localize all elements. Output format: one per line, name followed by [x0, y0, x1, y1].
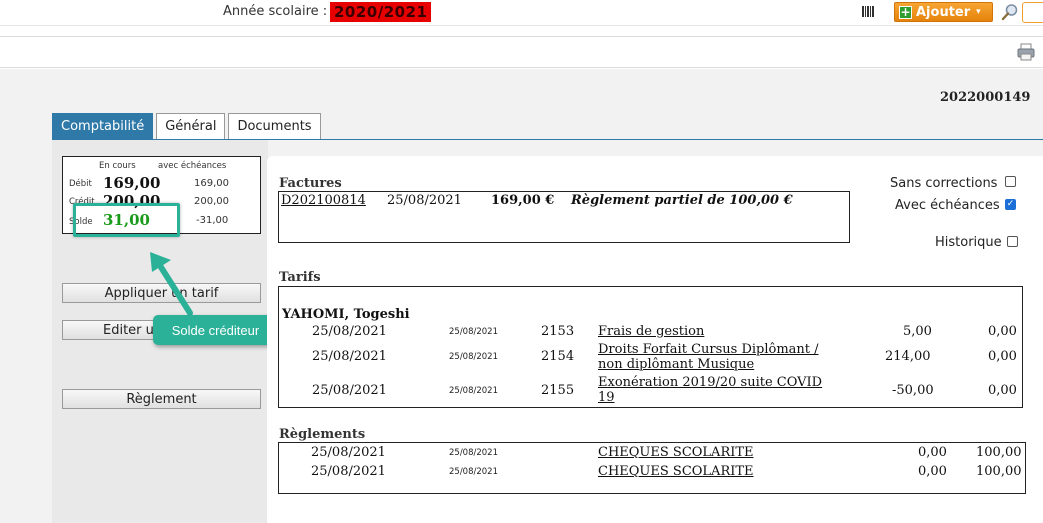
barcode-icon[interactable] [862, 5, 875, 18]
solde-avec: -31,00 [196, 215, 229, 226]
reglements-title: Règlements [279, 427, 366, 442]
col-avec-echeances: avec échéances [158, 161, 227, 171]
reglement-date: 25/08/2021 [311, 464, 386, 479]
tarif-code: 2155 [541, 383, 575, 398]
add-button[interactable]: + Ajouter ▾ [894, 2, 993, 22]
tarifs-box: YAHOMI, Togeshi 25/08/2021 25/08/2021 21… [278, 286, 1023, 408]
invoice-status: Règlement partiel de 100,00 € [571, 193, 793, 208]
credit-avec: 200,00 [194, 196, 229, 207]
sans-corrections-label: Sans corrections [890, 176, 998, 191]
solde-en-cours: 31,00 [103, 211, 150, 229]
top-search-input[interactable] [1022, 2, 1043, 23]
printer-icon[interactable] [1016, 42, 1036, 62]
reglement-paid: 100,00 [976, 464, 1022, 479]
tooltip-solde-crediteur: Solde créditeur [153, 315, 278, 345]
tarif-amount: 5,00 [903, 324, 932, 339]
reglement-date: 25/08/2021 [311, 445, 386, 460]
tarif-code: 2153 [541, 324, 575, 339]
reglement-small-date: 25/08/2021 [449, 467, 498, 477]
school-year-label: Année scolaire : [223, 4, 328, 19]
tarif-amount: -50,00 [892, 383, 934, 398]
tarif-small-date: 25/08/2021 [449, 386, 498, 396]
invoice-amount: 169,00 € [491, 193, 555, 208]
col-en-cours: En cours [99, 161, 136, 171]
record-id: 2022000149 [940, 90, 1031, 105]
reglement-paid: 100,00 [976, 445, 1022, 460]
tarif-label[interactable]: Frais de gestion [598, 324, 704, 339]
tab-documents[interactable]: Documents [228, 113, 321, 139]
tarif-paid: 0,00 [988, 383, 1017, 398]
reglement-amount: 0,00 [918, 464, 947, 479]
historique-label: Historique [935, 235, 1002, 250]
avec-echeances-label: Avec échéances [895, 198, 1000, 213]
add-button-label: Ajouter [916, 4, 971, 20]
tab-comptabilite[interactable]: Comptabilité [52, 113, 154, 139]
person-name: YAHOMI, Togeshi [282, 307, 410, 322]
tarif-label-line2[interactable]: 19 [598, 390, 615, 405]
plus-icon: + [899, 4, 912, 19]
tarif-date: 25/08/2021 [312, 383, 387, 398]
invoice-date: 25/08/2021 [387, 193, 462, 208]
arrow-icon [150, 252, 193, 316]
reglement-amount: 0,00 [918, 445, 947, 460]
tarif-amount: 214,00 [885, 349, 931, 364]
tarif-label-line2[interactable]: non diplômant Musique [598, 357, 754, 372]
avec-echeances-checkbox[interactable]: ✓ [1005, 199, 1016, 210]
debit-en-cours: 169,00 [103, 174, 161, 192]
tarif-small-date: 25/08/2021 [449, 352, 498, 362]
sans-corrections-checkbox[interactable] [1005, 176, 1016, 187]
reglement-small-date: 25/08/2021 [449, 448, 498, 458]
chevron-down-icon: ▾ [976, 7, 981, 17]
tarif-date: 25/08/2021 [312, 349, 387, 364]
tab-bar: Comptabilité Général Documents [52, 113, 324, 139]
tarif-small-date: 25/08/2021 [449, 327, 498, 337]
tarif-paid: 0,00 [988, 349, 1017, 364]
tarif-code: 2154 [541, 349, 575, 364]
factures-title: Factures [279, 176, 342, 191]
top-bar: Année scolaire : 2020/2021 + Ajouter ▾ [0, 0, 1043, 26]
tarif-paid: 0,00 [988, 324, 1017, 339]
tarif-label[interactable]: Droits Forfait Cursus Diplômant / [598, 342, 819, 357]
toolbar-band [0, 36, 1043, 68]
reglement-label[interactable]: CHEQUES SCOLARITE [598, 464, 754, 479]
reglements-box: 25/08/2021 25/08/2021 CHEQUES SCOLARITE … [278, 442, 1026, 494]
debit-label: Débit [69, 179, 92, 189]
invoice-number[interactable]: D202100814 [281, 193, 366, 208]
tab-general[interactable]: Général [156, 113, 226, 139]
reglement-button[interactable]: Règlement [62, 389, 261, 409]
school-year-value[interactable]: 2020/2021 [330, 2, 432, 22]
magnifier-icon[interactable] [1001, 3, 1019, 21]
tarif-date: 25/08/2021 [312, 324, 387, 339]
factures-box: D202100814 25/08/2021 169,00 € Règlement… [278, 191, 850, 243]
debit-avec: 169,00 [194, 178, 229, 189]
tarif-label[interactable]: Exonération 2019/20 suite COVID [598, 375, 822, 390]
reglement-label[interactable]: CHEQUES SCOLARITE [598, 445, 754, 460]
historique-checkbox[interactable] [1007, 236, 1018, 247]
tarifs-title: Tarifs [279, 270, 321, 285]
